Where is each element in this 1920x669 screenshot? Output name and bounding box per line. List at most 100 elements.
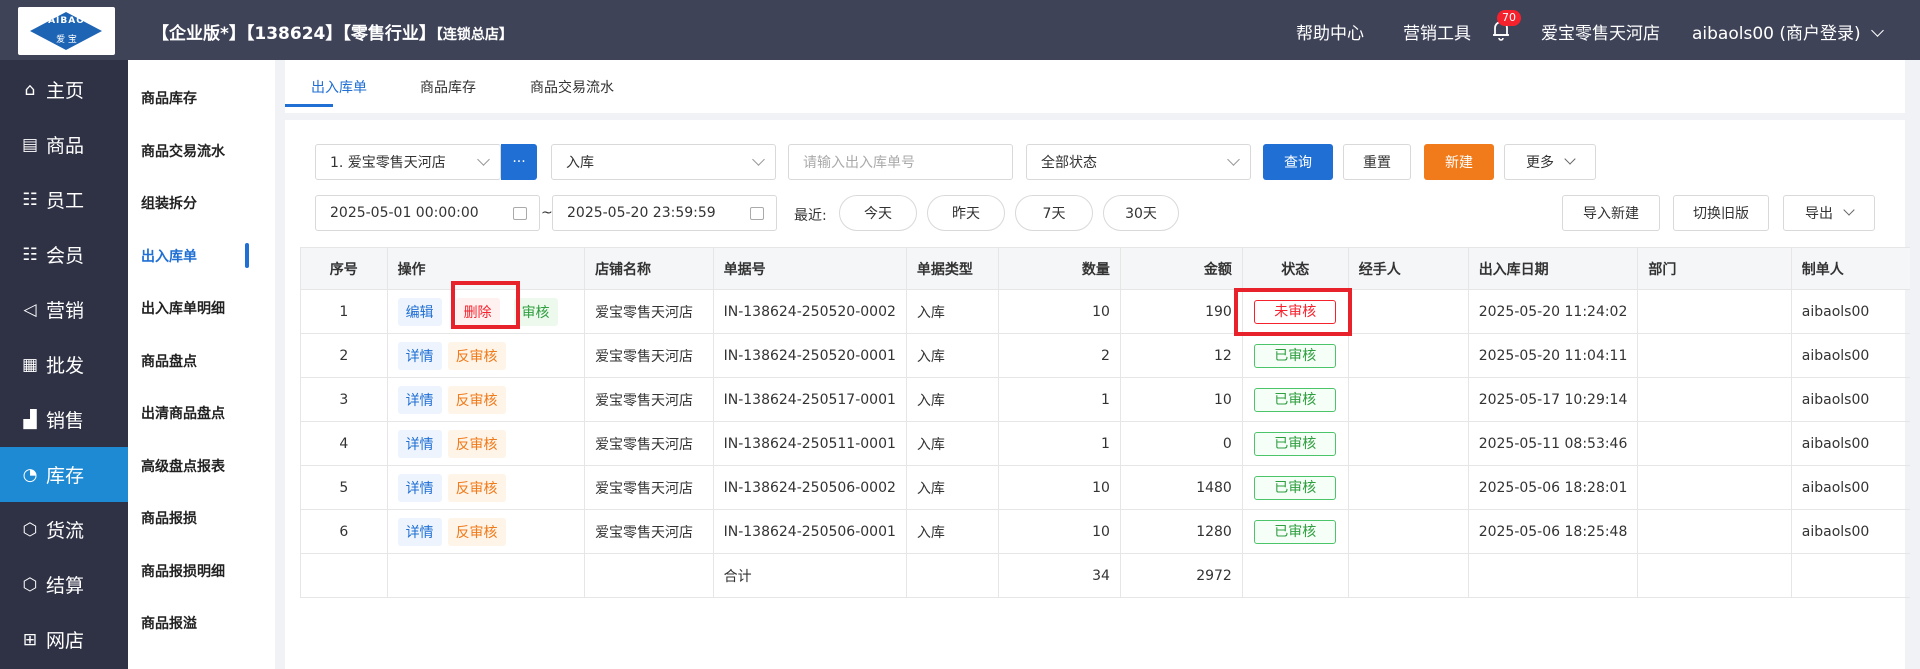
order-no-link[interactable]: IN-138624-250520-0001	[712, 333, 907, 378]
sidebar-item-settlement[interactable]: ⬡ 结算	[0, 557, 128, 612]
recent-7days-button[interactable]: 7天	[1015, 195, 1093, 231]
cell-amount: 10	[1119, 377, 1243, 422]
marketing-tools-link[interactable]: 营销工具	[1403, 19, 1471, 44]
col-header-actions: 操作	[386, 247, 586, 290]
recent-yesterday-button[interactable]: 昨天	[927, 195, 1005, 231]
subnav-item-damage-details[interactable]: 商品报损明细	[141, 561, 225, 581]
order-no-link[interactable]: IN-138624-250506-0002	[712, 465, 907, 510]
import-new-button[interactable]: 导入新建	[1562, 195, 1660, 231]
tab-active-underline	[285, 104, 333, 107]
switch-old-version-button[interactable]: 切换旧版	[1673, 195, 1769, 231]
cell-status: 已审核	[1241, 509, 1349, 554]
more-button[interactable]: 更多	[1504, 144, 1596, 180]
col-header-maker[interactable]: 制单人	[1790, 247, 1920, 290]
order-no-link[interactable]: IN-138624-250506-0001	[712, 509, 907, 554]
new-button[interactable]: 新建	[1424, 144, 1494, 180]
subnav-item-damage[interactable]: 商品报损	[141, 508, 197, 528]
unapprove-button[interactable]: 反审核	[447, 341, 506, 370]
date-to-input[interactable]: 2025-05-20 23:59:59	[552, 195, 777, 231]
detail-button[interactable]: 详情	[397, 385, 442, 414]
cell-dept	[1637, 465, 1792, 510]
sidebar-item-member[interactable]: ☷ 会员	[0, 227, 128, 282]
date-from-input[interactable]: 2025-05-01 00:00:00	[315, 195, 540, 231]
table-row: 6 详情 反审核 爱宝零售天河店 IN-138624-250506-0001 入库…	[300, 509, 1920, 554]
sidebar-item-sales[interactable]: ▟ 销售	[0, 392, 128, 447]
status-select[interactable]: 全部状态	[1026, 144, 1251, 180]
page-scrollbar[interactable]	[1910, 60, 1920, 669]
delete-button[interactable]: 删除	[455, 297, 500, 326]
unapprove-button[interactable]: 反审核	[447, 385, 506, 414]
sidebar-item-product[interactable]: ▤ 商品	[0, 117, 128, 172]
tab-transactions[interactable]: 商品交易流水	[530, 77, 614, 97]
subnav-item-overflow[interactable]: 商品报溢	[141, 613, 197, 633]
col-header-store[interactable]: 店铺名称	[584, 247, 714, 290]
cell-handler	[1347, 377, 1469, 422]
cell-maker: aibaols00	[1790, 465, 1920, 510]
col-header-status[interactable]: 状态	[1241, 247, 1349, 290]
query-button[interactable]: 查询	[1263, 144, 1333, 180]
subnav-item-transactions[interactable]: 商品交易流水	[141, 141, 225, 161]
cell-status: 已审核	[1241, 421, 1349, 466]
sidebar-item-home[interactable]: ⌂ 主页	[0, 62, 128, 117]
col-header-order-no[interactable]: 单据号	[712, 247, 907, 290]
order-no-link[interactable]: IN-138624-250511-0001	[712, 421, 907, 466]
col-header-department[interactable]: 部门	[1637, 247, 1792, 290]
cell-no: 6	[300, 509, 388, 554]
reset-button[interactable]: 重置	[1343, 144, 1411, 180]
order-no-link[interactable]: IN-138624-250520-0002	[712, 289, 907, 334]
cell-date: 2025-05-20 11:04:11	[1467, 333, 1639, 378]
subnav-item-advanced-report[interactable]: 高级盘点报表	[141, 456, 225, 476]
subnav-item-stocktake[interactable]: 商品盘点	[141, 351, 197, 371]
sidebar-item-inventory[interactable]: ◔ 库存	[0, 447, 128, 502]
table-row: 3 详情 反审核 爱宝零售天河店 IN-138624-250517-0001 入库…	[300, 377, 1920, 422]
cell-maker: aibaols00	[1790, 289, 1920, 334]
current-store[interactable]: 爱宝零售天河店	[1541, 19, 1660, 44]
cell-type: 入库	[905, 333, 999, 378]
tab-stock[interactable]: 商品库存	[420, 77, 476, 97]
col-header-amount[interactable]: 金额	[1119, 247, 1243, 290]
detail-button[interactable]: 详情	[397, 341, 442, 370]
date-to-value: 2025-05-20 23:59:59	[567, 205, 716, 221]
cell-status: 已审核	[1241, 377, 1349, 422]
sidebar-item-label: 销售	[46, 410, 85, 432]
cell-amount: 12	[1119, 333, 1243, 378]
type-select[interactable]: 入库	[551, 144, 776, 180]
col-header-no[interactable]: 序号	[300, 247, 388, 290]
col-header-order-type[interactable]: 单据类型	[905, 247, 999, 290]
export-button[interactable]: 导出	[1783, 195, 1875, 231]
sidebar-item-wholesale[interactable]: ▦ 批发	[0, 337, 128, 392]
edit-button[interactable]: 编辑	[397, 297, 442, 326]
store-more-button[interactable]: ···	[501, 144, 537, 180]
detail-button[interactable]: 详情	[397, 517, 442, 546]
store-select[interactable]: 1. 爱宝零售天河店	[315, 144, 501, 180]
cell-store: 爱宝零售天河店	[584, 333, 714, 378]
subnav-item-assembly[interactable]: 组装拆分	[141, 193, 197, 213]
approve-button[interactable]: 审核	[513, 297, 558, 326]
subnav-item-stock[interactable]: 商品库存	[141, 88, 197, 108]
cell-no: 2	[300, 333, 388, 378]
user-menu[interactable]: aibaols00 (商户登录)	[1692, 19, 1884, 44]
help-center-link[interactable]: 帮助中心	[1296, 19, 1364, 44]
subnav-item-io-details[interactable]: 出入库单明细	[141, 298, 225, 318]
tab-io-orders[interactable]: 出入库单	[311, 77, 367, 97]
sidebar-item-marketing[interactable]: ◁ 营销	[0, 282, 128, 337]
order-no-input[interactable]: 请输入出入库单号	[788, 144, 1013, 180]
subnav-item-clearance-stocktake[interactable]: 出清商品盘点	[141, 403, 225, 423]
unapprove-button[interactable]: 反审核	[447, 473, 506, 502]
aibao-logo[interactable]: AIBAO 爱 宝	[18, 7, 115, 55]
col-header-handler[interactable]: 经手人	[1347, 247, 1469, 290]
recent-30days-button[interactable]: 30天	[1103, 195, 1179, 231]
unapprove-button[interactable]: 反审核	[447, 517, 506, 546]
sidebar-item-logistics[interactable]: ⬡ 货流	[0, 502, 128, 557]
sidebar-item-employee[interactable]: ☷ 员工	[0, 172, 128, 227]
order-no-link[interactable]: IN-138624-250517-0001	[712, 377, 907, 422]
subnav-item-io-orders[interactable]: 出入库单	[141, 246, 197, 266]
sidebar-item-shop[interactable]: ⊞ 网店	[0, 612, 128, 667]
unapprove-button[interactable]: 反审核	[447, 429, 506, 458]
cell-store: 爱宝零售天河店	[584, 421, 714, 466]
col-header-quantity[interactable]: 数量	[997, 247, 1121, 290]
detail-button[interactable]: 详情	[397, 473, 442, 502]
detail-button[interactable]: 详情	[397, 429, 442, 458]
recent-today-button[interactable]: 今天	[839, 195, 917, 231]
col-header-date[interactable]: 出入库日期	[1467, 247, 1639, 290]
